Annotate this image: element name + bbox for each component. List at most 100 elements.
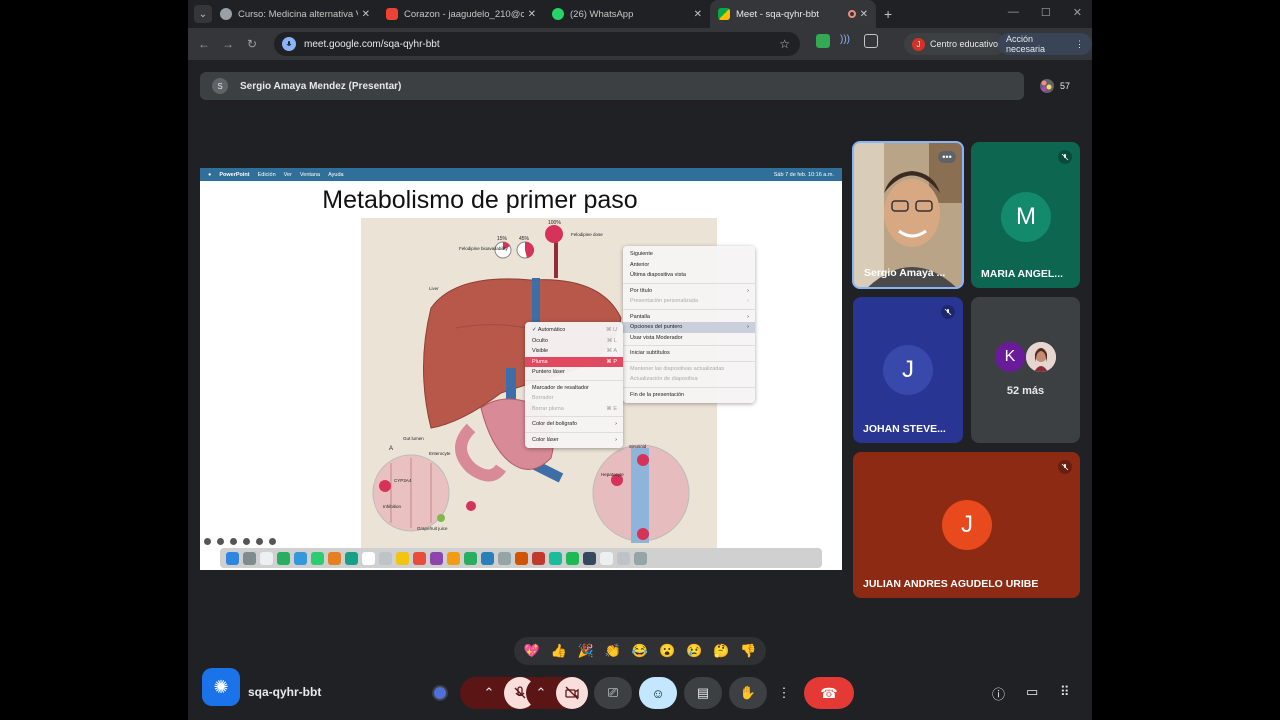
- chat-icon[interactable]: ▭: [1026, 684, 1038, 700]
- menu-item-automatico[interactable]: ✓ Automático ⌘ U: [525, 325, 623, 336]
- chrome-icon[interactable]: [549, 551, 562, 565]
- close-icon[interactable]: ✕: [860, 9, 868, 20]
- audio-icon[interactable]: ))): [840, 34, 854, 48]
- minimize-icon[interactable]: —: [1008, 6, 1019, 19]
- appstore-icon[interactable]: [481, 551, 494, 565]
- forward-icon[interactable]: →: [216, 37, 240, 51]
- close-icon[interactable]: ✕: [694, 9, 702, 20]
- close-icon[interactable]: ✕: [528, 9, 536, 20]
- facetime-icon[interactable]: [345, 551, 358, 565]
- more-participants-tile[interactable]: K 52 más: [971, 297, 1080, 443]
- menu-item-fin[interactable]: Fin de la presentación: [623, 390, 755, 401]
- menu-item-puntero-laser[interactable]: Puntero láser: [525, 367, 623, 378]
- maximize-icon[interactable]: ☐: [1041, 6, 1051, 19]
- zoom-icon[interactable]: [256, 538, 263, 545]
- menu-item-subtitulos[interactable]: Iniciar subtítulos: [623, 348, 755, 359]
- puzzle-icon[interactable]: [864, 34, 878, 48]
- more-options-icon[interactable]: •••: [938, 151, 956, 163]
- reaction-thinking[interactable]: 🤔: [713, 643, 729, 659]
- chevron-up-icon[interactable]: ⌃: [474, 685, 504, 701]
- menu-item-opciones-puntero[interactable]: Opciones del puntero ›: [623, 322, 755, 333]
- close-icon[interactable]: ✕: [362, 9, 370, 20]
- reaction-sad[interactable]: 😢: [686, 643, 702, 659]
- reaction-laugh[interactable]: 😂: [632, 643, 648, 659]
- settings-icon[interactable]: [498, 551, 511, 565]
- tab-search-button[interactable]: ⌄: [194, 5, 212, 23]
- participant-tile[interactable]: J JOHAN STEVE...: [853, 297, 963, 443]
- music-icon[interactable]: [413, 551, 426, 565]
- more-options-button[interactable]: ⋮: [774, 677, 794, 709]
- menu-item-por-titulo[interactable]: Por título ›: [623, 286, 755, 297]
- profile-button[interactable]: J Centro educativo: [904, 33, 1007, 55]
- reaction-thumbs-down[interactable]: 👎: [740, 643, 756, 659]
- menu-item-color-laser[interactable]: Color láser ›: [525, 435, 623, 446]
- chevron-up-icon[interactable]: ⌃: [526, 685, 556, 701]
- star-icon[interactable]: ☆: [779, 37, 790, 51]
- end-call-button[interactable]: ☎: [804, 677, 854, 709]
- present-button[interactable]: ⎚: [594, 677, 632, 709]
- messages-icon[interactable]: [277, 551, 290, 565]
- emoji-button[interactable]: ☺: [639, 677, 677, 709]
- activities-button[interactable]: ✺: [202, 668, 240, 706]
- participant-tile-video[interactable]: ••• Sergio Amaya ...: [852, 141, 964, 289]
- participants-button[interactable]: 57: [1034, 74, 1076, 98]
- preview-icon[interactable]: [600, 551, 613, 565]
- back-icon[interactable]: ←: [192, 37, 216, 51]
- menu-item-vista-moderador[interactable]: Usar vista Moderador: [623, 333, 755, 344]
- companion-button[interactable]: [426, 677, 454, 709]
- window-close-icon[interactable]: ✕: [1073, 6, 1082, 19]
- menu-item-color-boligrafo[interactable]: Color del bolígrafo ›: [525, 419, 623, 430]
- apps-grid-icon[interactable]: ⠿: [1060, 684, 1070, 700]
- new-tab-button[interactable]: +: [884, 6, 892, 22]
- reaction-party[interactable]: 🎉: [578, 643, 594, 659]
- spotify-icon[interactable]: [566, 551, 579, 565]
- info-icon[interactable]: ⓘ: [992, 684, 1005, 703]
- menu-item-visible[interactable]: Visible ⌘ A: [525, 346, 623, 357]
- participant-tile[interactable]: M MARIA ANGEL...: [971, 142, 1080, 288]
- safari-icon[interactable]: [260, 551, 273, 565]
- menu-item-pantalla[interactable]: Pantalla ›: [623, 312, 755, 323]
- next-slide-icon[interactable]: [217, 538, 224, 545]
- numbers-icon[interactable]: [464, 551, 477, 565]
- reaction-clap[interactable]: 👏: [605, 643, 621, 659]
- trash-icon[interactable]: [634, 551, 647, 565]
- shield-icon[interactable]: [816, 34, 830, 48]
- menu-item-siguiente[interactable]: Siguiente: [623, 249, 755, 260]
- action-required-button[interactable]: Acción necesaria ⋮: [998, 33, 1092, 55]
- raise-hand-button[interactable]: ✋: [729, 677, 767, 709]
- menu-item-ultima[interactable]: Última diapositiva vista: [623, 270, 755, 281]
- contacts-icon[interactable]: [379, 551, 392, 565]
- pages-icon[interactable]: [447, 551, 460, 565]
- presenter-bar[interactable]: S Sergio Amaya Mendez (Presentar): [200, 72, 1024, 100]
- grid-icon[interactable]: [243, 538, 250, 545]
- finder-icon[interactable]: [226, 551, 239, 565]
- launchpad-icon[interactable]: [243, 551, 256, 565]
- tab-curso[interactable]: Curso: Medicina alternativa V - ✕: [212, 0, 378, 28]
- tab-gmail[interactable]: Corazon - jaagudelo_210@cue ✕: [378, 0, 544, 28]
- menu-item-pluma[interactable]: Pluma ⌘ P: [525, 356, 623, 367]
- pen-icon[interactable]: [230, 538, 237, 545]
- photos-icon[interactable]: [328, 551, 341, 565]
- calendar-icon[interactable]: [362, 551, 375, 565]
- notes-icon[interactable]: [396, 551, 409, 565]
- tab-whatsapp[interactable]: (26) WhatsApp ✕: [544, 0, 710, 28]
- word-icon[interactable]: [532, 551, 545, 565]
- reaction-thumbs-up[interactable]: 👍: [551, 643, 567, 659]
- captions-button[interactable]: ▤: [684, 677, 722, 709]
- menu-item-oculto[interactable]: Oculto ⌘ L: [525, 336, 623, 347]
- reload-icon[interactable]: ↻: [240, 37, 264, 51]
- prev-slide-icon[interactable]: [204, 538, 211, 545]
- more-icon[interactable]: [269, 538, 276, 545]
- tab-meet[interactable]: Meet - sqa-qyhr-bbt ✕: [710, 0, 876, 28]
- menu-item-anterior[interactable]: Anterior: [623, 260, 755, 271]
- podcasts-icon[interactable]: [430, 551, 443, 565]
- maps-icon[interactable]: [311, 551, 324, 565]
- address-bar[interactable]: meet.google.com/sqa-qyhr-bbt ☆: [274, 32, 800, 56]
- zoom-app-icon[interactable]: [583, 551, 596, 565]
- mail-icon[interactable]: [294, 551, 307, 565]
- camera-off-button[interactable]: [556, 677, 588, 709]
- reaction-surprised[interactable]: 😮: [659, 643, 675, 659]
- reaction-heart[interactable]: 💖: [523, 643, 539, 659]
- powerpoint-icon[interactable]: [515, 551, 528, 565]
- menu-item-marcador[interactable]: Marcador de resaltador: [525, 383, 623, 394]
